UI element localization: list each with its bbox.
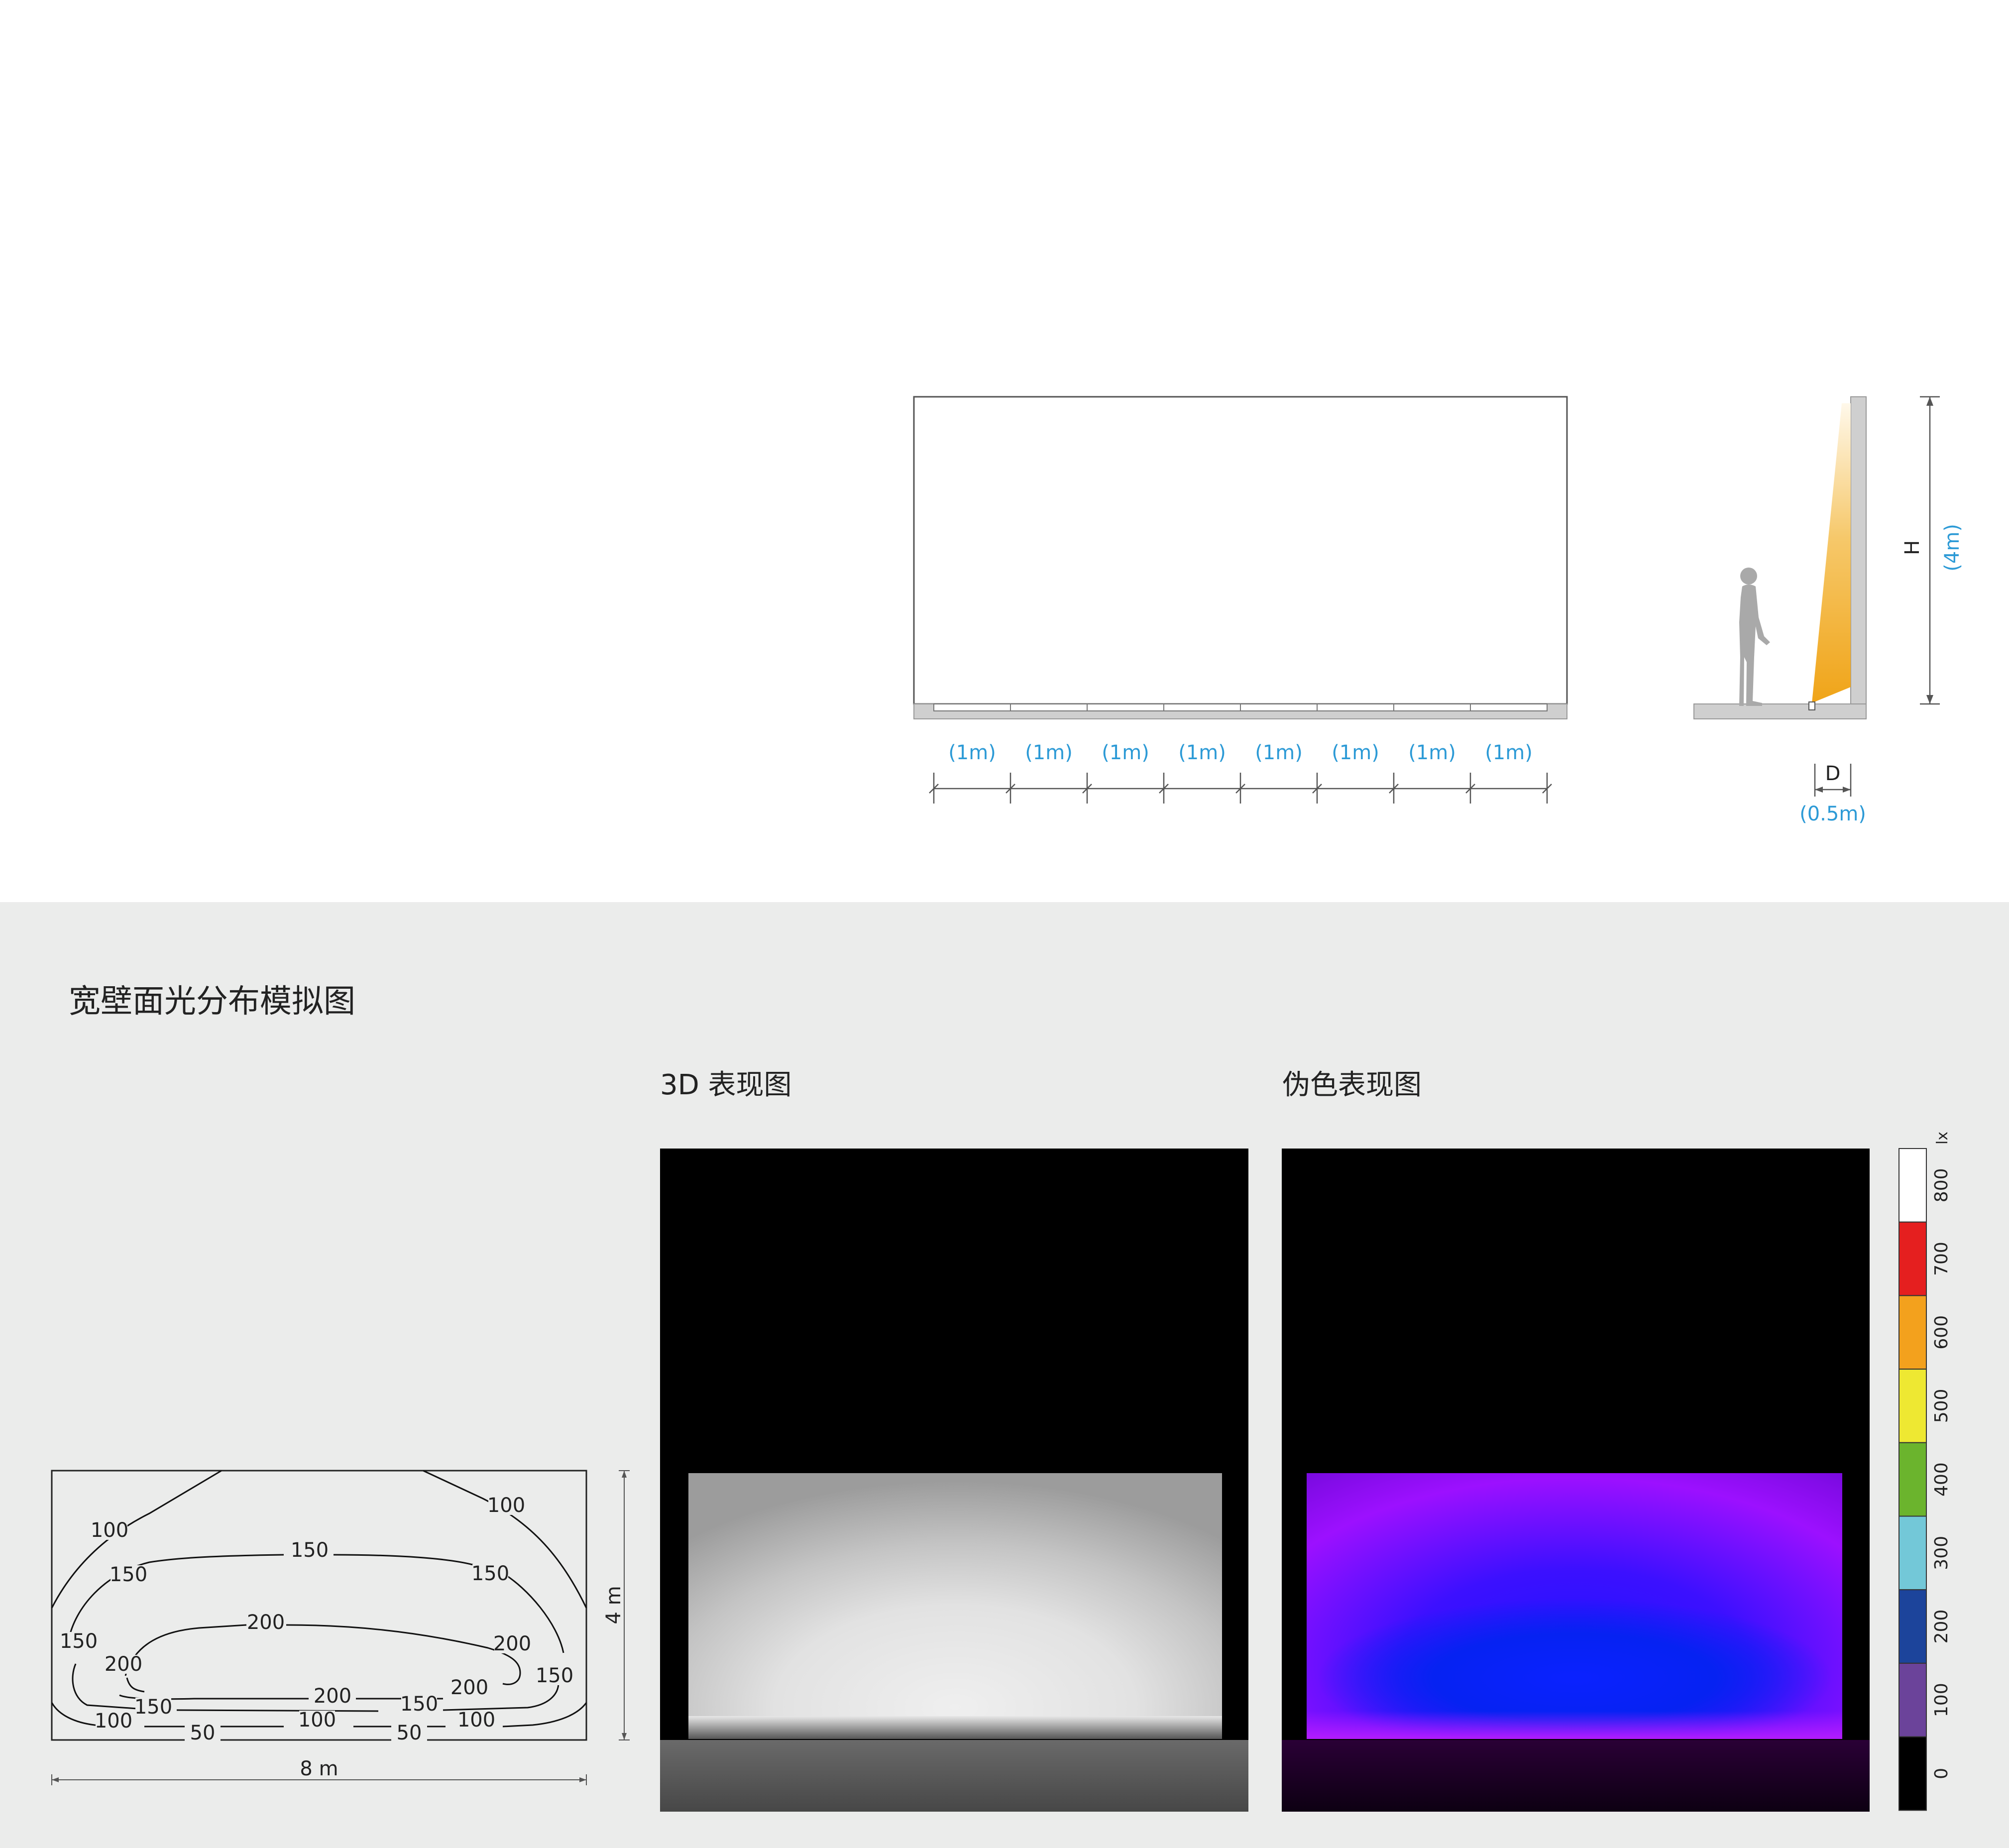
contour-label: 150	[60, 1630, 98, 1653]
contour-label: 150	[134, 1696, 172, 1719]
segment-length-label: (1m)	[1025, 741, 1073, 764]
segment-dimension-line: (1m) (1m) (1m) (1m) (1m) (1m) (1m) (1m)	[929, 741, 1552, 804]
light-beam	[1812, 403, 1851, 703]
contour-label: 100	[487, 1494, 525, 1517]
scale-swatch	[1898, 1221, 1927, 1296]
scale-value-label: 500	[1931, 1389, 1952, 1423]
illuminance-color-scale: 800 700 600 500 400 300 200 100 0 lx	[1898, 1132, 1952, 1811]
scale-value-label: 100	[1931, 1683, 1952, 1717]
linear-fixture	[1010, 703, 1088, 711]
contour-label: 50	[190, 1722, 216, 1744]
contour-label: 200	[314, 1685, 351, 1708]
scale-unit-label: lx	[1934, 1132, 1951, 1145]
contour-label: 150	[471, 1562, 509, 1585]
contour-label: 200	[247, 1611, 285, 1634]
segment-length-label: (1m)	[1178, 741, 1226, 764]
false-color-wall	[1307, 1473, 1842, 1739]
contour-labels: 100100150150 150150200200200 150200 200150 1…	[60, 1494, 573, 1744]
scale-value-label: 400	[1931, 1462, 1952, 1497]
contour-label: 100	[95, 1710, 132, 1732]
segment-length-label: (1m)	[1102, 741, 1149, 764]
scale-value-label: 200	[1931, 1610, 1952, 1644]
scale-swatch	[1898, 1589, 1927, 1664]
scale-swatch	[1898, 1662, 1927, 1737]
wall-elevation	[913, 396, 1568, 719]
person-silhouette	[1739, 568, 1770, 706]
height-value: (4m)	[1941, 524, 1964, 572]
contour-label: 150	[536, 1664, 573, 1687]
contour-label: 150	[110, 1563, 147, 1586]
linear-fixture	[933, 703, 1011, 711]
contour-label: 100	[91, 1519, 128, 1542]
linear-fixture	[1087, 703, 1164, 711]
scale-value-label: 800	[1931, 1168, 1952, 1202]
isolux-height-label: 4 m	[602, 1586, 625, 1624]
contour-label: 100	[457, 1709, 495, 1732]
false-color-view	[1282, 1149, 1870, 1812]
distance-symbol: D	[1825, 762, 1841, 785]
segment-length-label: (1m)	[1332, 741, 1379, 764]
contour-label: 150	[291, 1539, 329, 1562]
segment-length-label: (1m)	[948, 741, 996, 764]
scale-value-label: 300	[1931, 1536, 1952, 1570]
render-3d-title: 3D 表现图	[660, 1069, 792, 1101]
floor-fixture	[1808, 701, 1815, 710]
render-3d-view	[660, 1149, 1248, 1812]
simulation-title: 宽壁面光分布模拟图	[69, 983, 355, 1020]
scale-swatch	[1898, 1515, 1927, 1591]
isolux-contour-plot: 8 m 4 m 100100150150 150150200200200 15020…	[51, 1470, 630, 1785]
scale-swatch	[1898, 1295, 1927, 1370]
contour-label: 200	[450, 1676, 488, 1699]
scale-swatch	[1898, 1442, 1927, 1517]
distance-value: (0.5m)	[1799, 803, 1866, 825]
installation-diagram: (1m) (1m) (1m) (1m) (1m) (1m) (1m) (1m) H (4m)	[913, 396, 1964, 825]
contour-label: 200	[493, 1632, 531, 1655]
contour-label: 200	[105, 1653, 142, 1676]
false-color-floor	[1282, 1740, 1870, 1812]
height-symbol: H	[1901, 540, 1924, 555]
scale-swatch	[1898, 1148, 1927, 1223]
segment-length-label: (1m)	[1255, 741, 1303, 764]
scale-value-label: 0	[1931, 1768, 1952, 1779]
segment-length-label: (1m)	[1485, 741, 1533, 764]
segment-length-label: (1m)	[1408, 741, 1456, 764]
false-color-title: 伪色表现图	[1282, 1069, 1422, 1101]
linear-fixture	[1470, 703, 1548, 711]
section-view: H (4m) D (0.5m)	[1693, 396, 1964, 825]
isolux-width-label: 8 m	[300, 1757, 338, 1780]
contour-label: 50	[397, 1722, 422, 1744]
floor-render	[660, 1740, 1248, 1812]
fixture-row	[933, 703, 1548, 711]
linear-fixture	[1393, 703, 1471, 711]
linear-fixture	[1240, 703, 1318, 711]
contour-label: 150	[400, 1693, 438, 1716]
lit-wall-render	[688, 1473, 1222, 1739]
scale-swatch	[1898, 1369, 1927, 1443]
scale-value-label: 600	[1931, 1315, 1952, 1350]
linear-fixture	[1163, 703, 1241, 711]
contour-label: 100	[298, 1709, 336, 1732]
scale-swatch	[1898, 1736, 1927, 1811]
linear-fixture	[1317, 703, 1394, 711]
scale-value-label: 700	[1931, 1242, 1952, 1276]
